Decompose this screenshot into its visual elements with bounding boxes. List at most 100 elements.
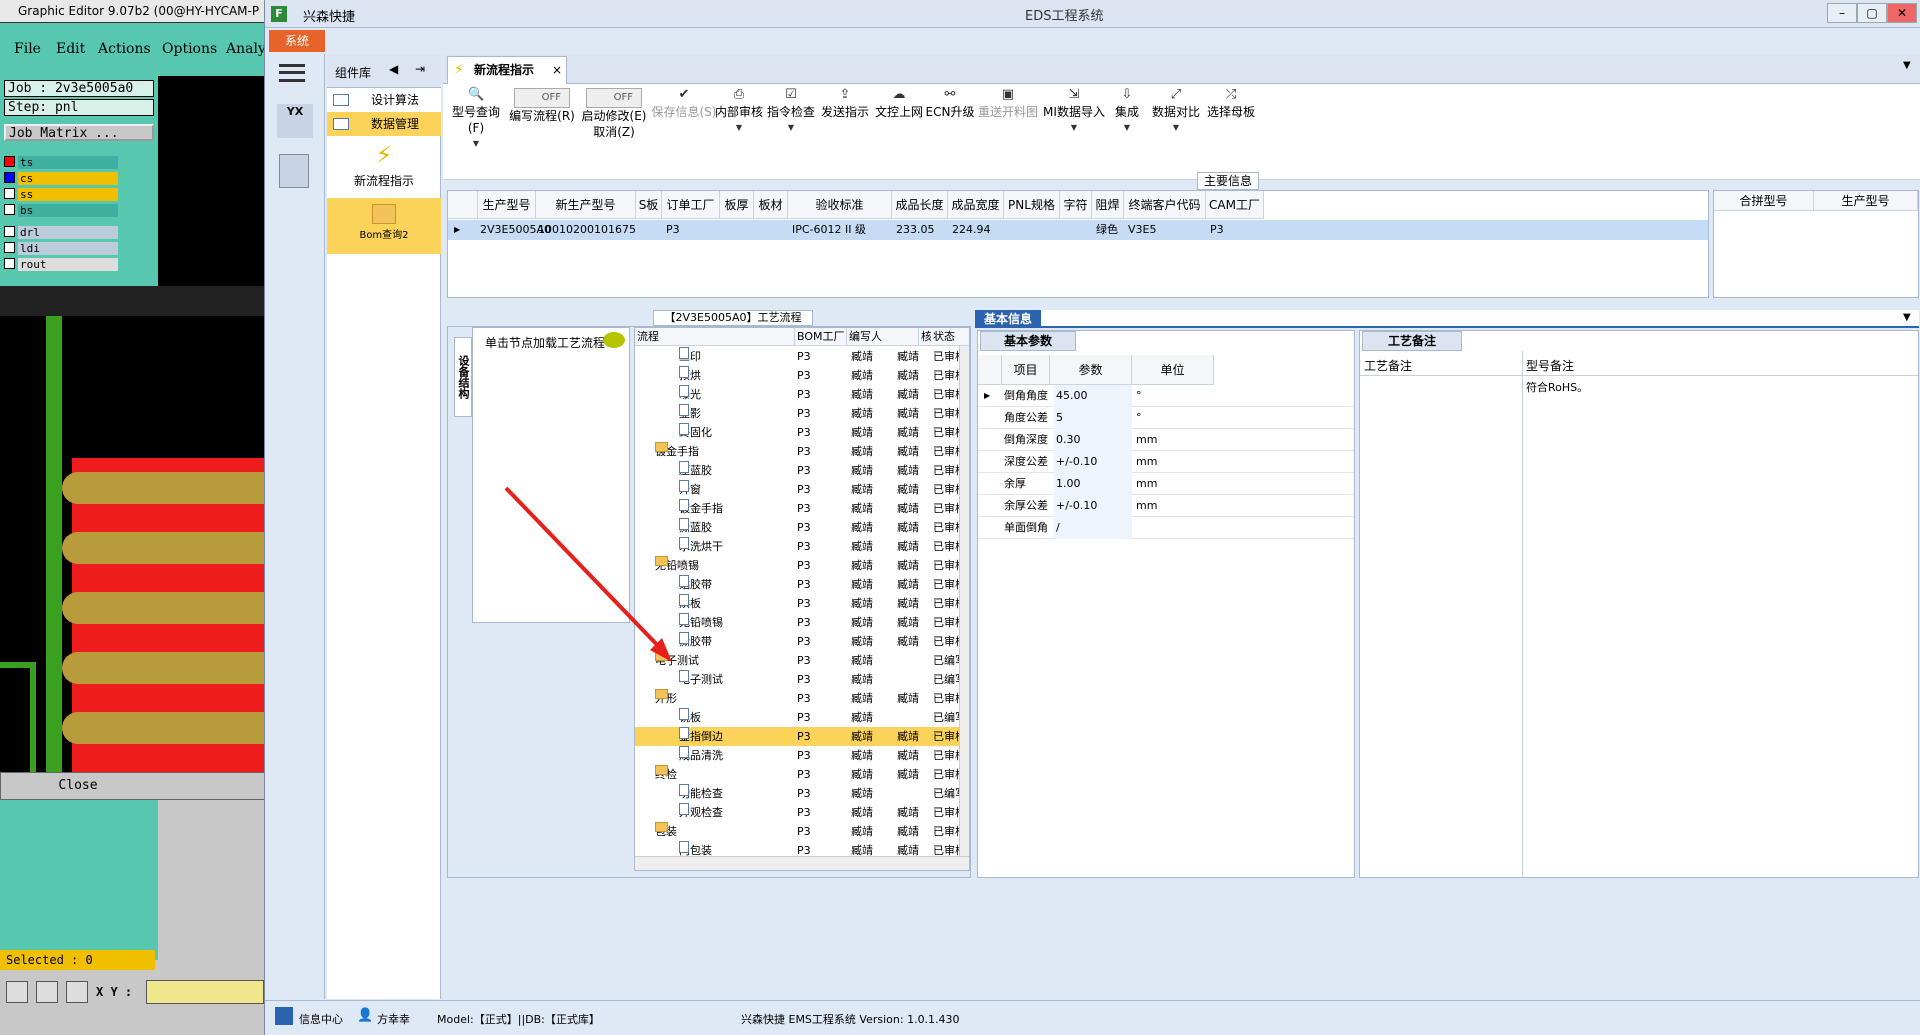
close-window-button[interactable]: ✕: [1887, 3, 1917, 23]
col-header[interactable]: 生产型号: [478, 191, 536, 219]
collapse-left-icon[interactable]: ◀: [389, 62, 398, 76]
tab-equipment-structure[interactable]: 设备结构: [454, 337, 472, 417]
layer-bs[interactable]: bs: [4, 204, 124, 218]
write-process-toggle[interactable]: OFF 编写流程(R): [507, 88, 577, 124]
col-header[interactable]: 验收标准: [788, 191, 892, 219]
start-modify-toggle[interactable]: OFF 启动修改(E) 取消(Z): [577, 88, 651, 140]
col-header[interactable]: 合拼型号: [1714, 191, 1814, 211]
maximize-button[interactable]: ▢: [1857, 3, 1887, 23]
col-header[interactable]: 字符: [1060, 191, 1092, 219]
col-header[interactable]: 终端客户代码: [1124, 191, 1206, 219]
model-note-text[interactable]: 符合RoHS。: [1526, 379, 1588, 395]
data-compare-button[interactable]: ⤢ 数据对比 ▼: [1149, 88, 1203, 136]
ecn-upgrade-button[interactable]: ⚯ ECN升级: [923, 88, 977, 120]
table-row[interactable]: 深度公差 +/-0.10 mm: [978, 451, 1354, 473]
system-button[interactable]: 系统: [269, 30, 325, 52]
table-row[interactable]: 角度公差 5 °: [978, 407, 1354, 429]
col-header[interactable]: 单位: [1132, 355, 1214, 385]
save-info-button[interactable]: ✔ 保存信息(S): [649, 88, 719, 120]
tree-vscrollbar[interactable]: [959, 346, 969, 856]
panel-dropdown-icon[interactable]: ▼: [1903, 312, 1911, 323]
param-value[interactable]: 1.00: [1054, 473, 1132, 495]
list-item[interactable]: −电子测试 P3 臧靖 已编写: [635, 651, 959, 670]
close-tab-icon[interactable]: ×: [552, 57, 562, 83]
col-header[interactable]: 新生产型号: [536, 191, 636, 219]
resend-cutting-drawing-button[interactable]: ▣ 重送开料图: [973, 88, 1043, 120]
measure-icon[interactable]: [36, 981, 58, 1003]
menu-file[interactable]: File: [14, 41, 41, 57]
grid-icon[interactable]: [66, 981, 88, 1003]
integrate-button[interactable]: ⇩ 集成 ▼: [1107, 88, 1147, 136]
col-header[interactable]: 阻焊: [1092, 191, 1124, 219]
col-header[interactable]: BOM工厂: [795, 328, 847, 346]
doc-control-online-button[interactable]: ☁ 文控上网: [871, 88, 927, 120]
calculator-icon[interactable]: [279, 154, 309, 188]
grid-apps-icon[interactable]: [275, 1007, 293, 1025]
table-row[interactable]: ▶ 倒角角度 45.00 °: [978, 385, 1354, 407]
param-value[interactable]: +/-0.10: [1054, 451, 1132, 473]
param-value[interactable]: 45.00: [1054, 385, 1132, 407]
param-value[interactable]: 5: [1054, 407, 1132, 429]
col-header[interactable]: S板: [636, 191, 662, 219]
menu-analysis[interactable]: Analy: [226, 41, 266, 57]
layer-cs[interactable]: cs: [4, 172, 124, 186]
internal-review-button[interactable]: ⎙ 内部审核 ▼: [711, 88, 767, 136]
close-button[interactable]: Close: [0, 772, 266, 800]
param-value[interactable]: 0.30: [1054, 429, 1132, 451]
command-check-button[interactable]: ☑ 指令检查 ▼: [763, 88, 819, 136]
col-header[interactable]: 参数: [1050, 355, 1132, 385]
list-item[interactable]: 电子测试 P3 臧靖 已编写: [635, 670, 959, 689]
col-header[interactable]: CAM工厂: [1206, 191, 1264, 219]
mi-data-import-button[interactable]: ⇲ MI数据导入 ▼: [1039, 88, 1109, 136]
table-row[interactable]: 单面倒角 /: [978, 517, 1354, 539]
model-query-button[interactable]: 🔍 型号查询(F) ▼: [445, 88, 507, 152]
tree-hscrollbar[interactable]: [635, 856, 969, 870]
tab-dropdown-icon[interactable]: ▼: [1903, 60, 1911, 71]
table-row[interactable]: 余厚公差 +/-0.10 mm: [978, 495, 1354, 517]
menu-options[interactable]: Options: [162, 41, 217, 57]
yx-module-icon[interactable]: YX: [277, 104, 313, 138]
table-row[interactable]: ▶ 2V3E5005A0 10010200101675 P3 IPC-6012 …: [448, 220, 1708, 240]
menu-edit[interactable]: Edit: [56, 41, 85, 57]
menu-actions[interactable]: Actions: [98, 41, 151, 57]
layer-ts[interactable]: ts: [4, 156, 124, 170]
select-motherboard-button[interactable]: ⤮ 选择母板: [1203, 88, 1259, 120]
job-matrix-button[interactable]: Job Matrix ...: [4, 124, 154, 141]
col-header[interactable]: 板厚: [720, 191, 754, 219]
col-header[interactable]: 状态: [931, 328, 959, 346]
col-header[interactable]: 流程: [635, 328, 795, 346]
layer-rout[interactable]: rout: [4, 258, 124, 272]
tab-basic-params[interactable]: 基本参数: [980, 331, 1076, 351]
col-header[interactable]: 成品宽度: [948, 191, 1004, 219]
param-value[interactable]: /: [1054, 517, 1132, 539]
send-instruction-button[interactable]: ⇪ 发送指示: [817, 88, 873, 120]
layer-ldi[interactable]: ldi: [4, 242, 124, 256]
list-item[interactable]: 功能检查 P3 臧靖 已编写: [635, 784, 959, 803]
pin-icon[interactable]: ⇥: [415, 62, 425, 76]
lib-item-data-management[interactable]: 数据管理: [327, 112, 441, 136]
table-row[interactable]: 余厚 1.00 mm: [978, 473, 1354, 495]
col-header[interactable]: 订单工厂: [662, 191, 720, 219]
shortcut-new-process[interactable]: ⚡ 新流程指示: [327, 138, 441, 194]
col-header[interactable]: 项目: [1002, 355, 1050, 385]
col-header[interactable]: 成品长度: [892, 191, 948, 219]
tab-new-process[interactable]: ⚡ 新流程指示 ×: [447, 56, 567, 84]
param-value[interactable]: +/-0.10: [1054, 495, 1132, 517]
info-center-link[interactable]: 信息中心: [299, 1011, 343, 1027]
snap-icon[interactable]: [6, 981, 28, 1003]
col-header[interactable]: 生产型号: [1814, 191, 1918, 211]
hamburger-menu-icon[interactable]: [279, 64, 305, 82]
list-item[interactable]: 铣板 P3 臧靖 已编写: [635, 708, 959, 727]
layer-drl[interactable]: drl: [4, 226, 124, 240]
col-header[interactable]: 板材: [754, 191, 788, 219]
col-header[interactable]: 编写人: [847, 328, 919, 346]
minimize-button[interactable]: –: [1827, 3, 1857, 23]
shortcut-bom-query[interactable]: Bom查询2: [327, 198, 441, 254]
layer-ss[interactable]: ss: [4, 188, 124, 202]
lib-item-design-algorithm[interactable]: 设计算法: [327, 88, 441, 112]
col-header[interactable]: PNL规格: [1004, 191, 1060, 219]
tab-craft-notes[interactable]: 工艺备注: [1362, 331, 1462, 351]
table-row[interactable]: 倒角深度 0.30 mm: [978, 429, 1354, 451]
xy-input[interactable]: [146, 980, 264, 1004]
tab-basic-info[interactable]: 基本信息: [975, 310, 1041, 328]
